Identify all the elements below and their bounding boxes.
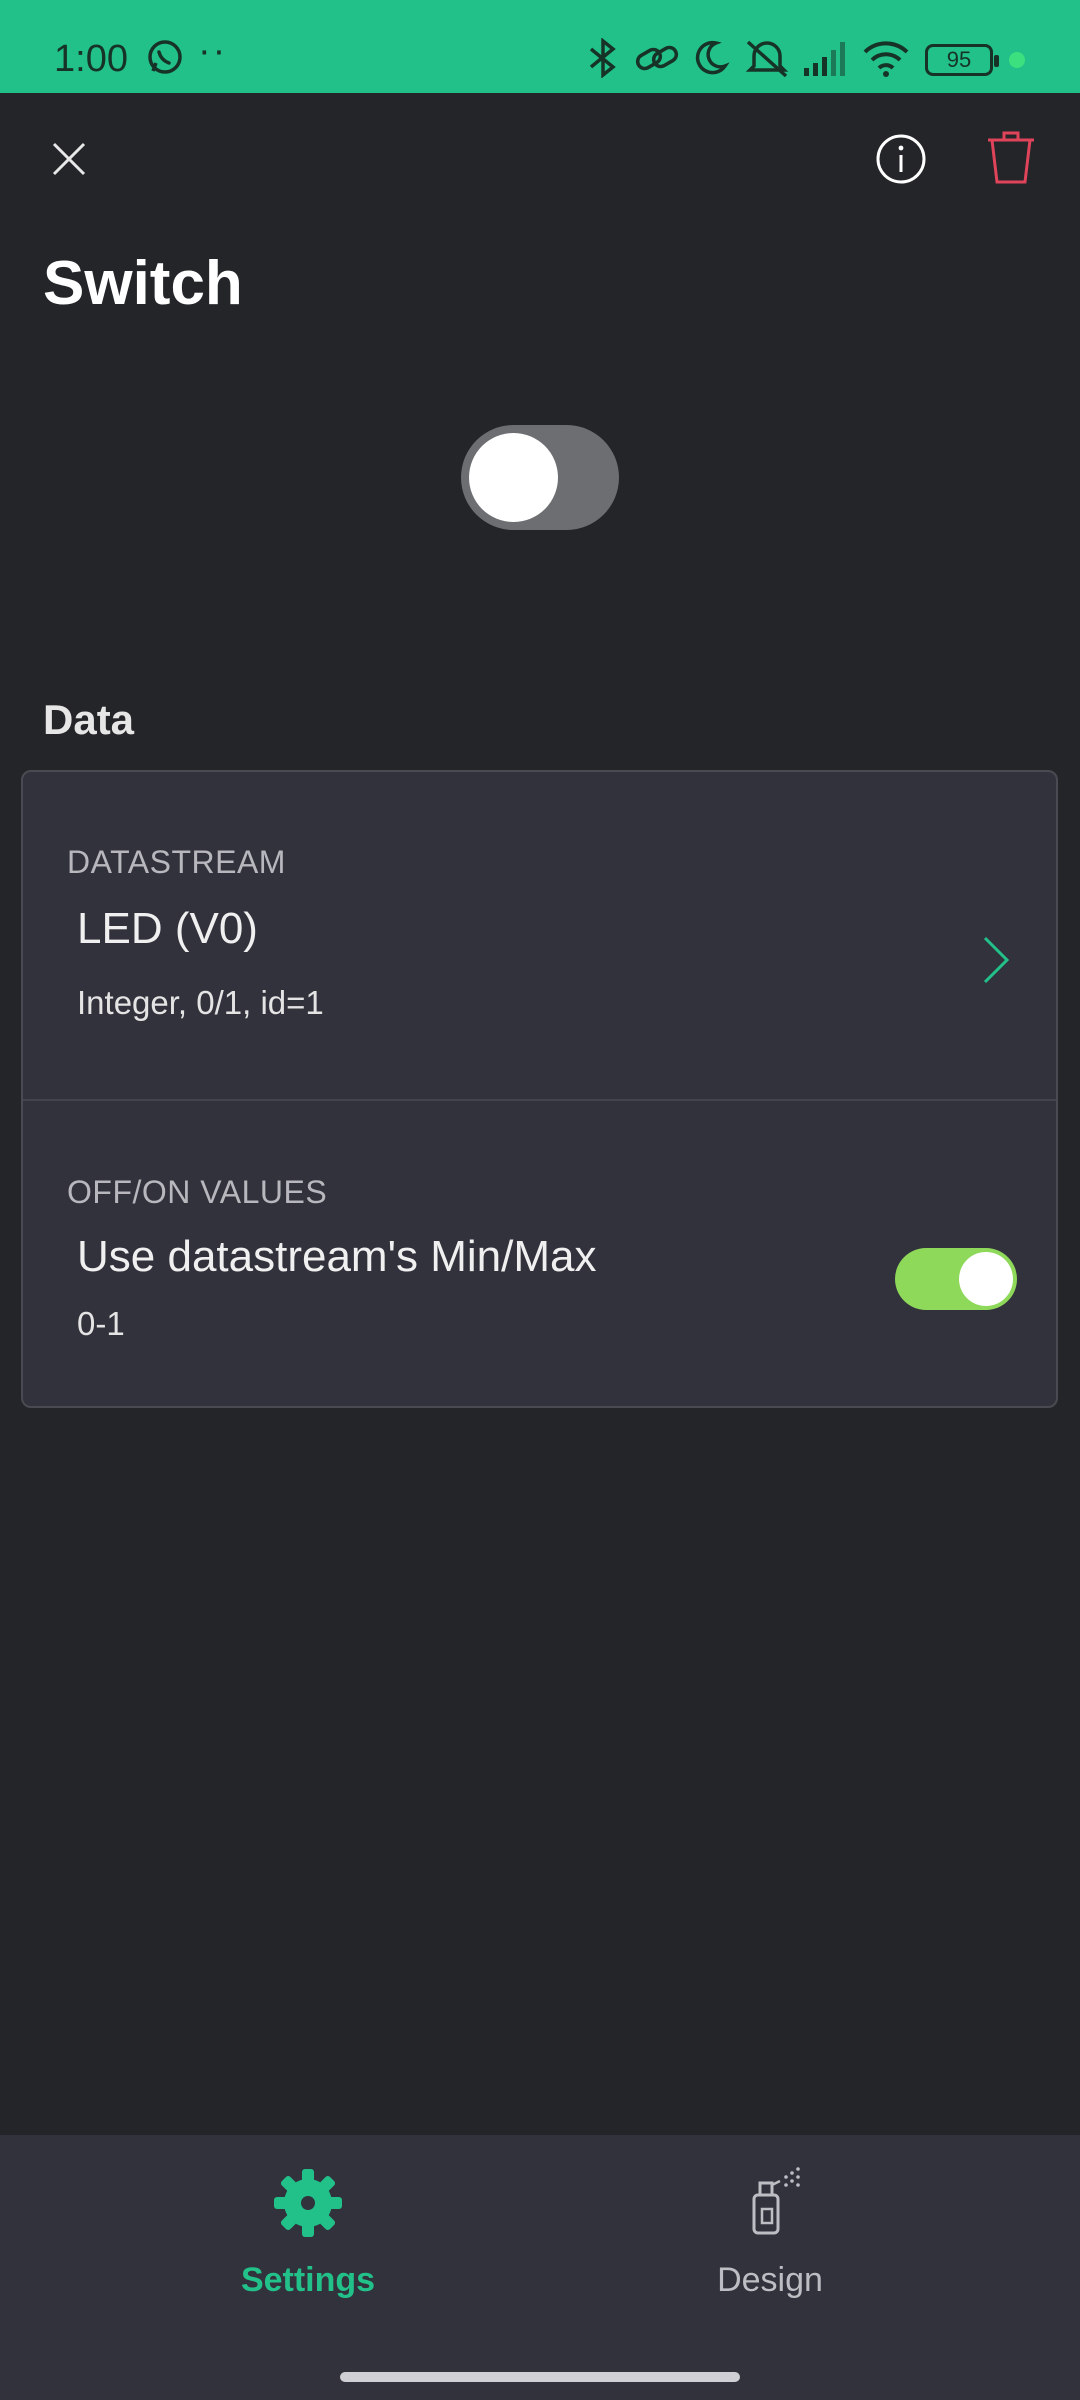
values-title: Use datastream's Min/Max — [77, 1232, 597, 1281]
home-indicator[interactable] — [340, 2372, 740, 2382]
values-subtitle: 0-1 — [77, 1305, 125, 1342]
info-icon[interactable] — [874, 132, 928, 186]
tab-design-label: Design — [717, 2261, 823, 2299]
privacy-dot — [1009, 52, 1025, 68]
datastream-row[interactable]: DATASTREAM LED (V0) Integer, 0/1, id=1 — [23, 772, 1056, 1099]
trash-icon[interactable] — [984, 128, 1038, 188]
bottom-nav: Settings Design — [0, 2135, 1080, 2400]
preview-switch-widget[interactable] — [461, 425, 619, 530]
signal-icon — [804, 42, 845, 76]
toggle-knob — [959, 1252, 1013, 1306]
wifi-icon — [863, 41, 909, 77]
values-row: OFF/ON VALUES Use datastream's Min/Max 0… — [23, 1101, 1056, 1406]
close-icon[interactable] — [42, 132, 96, 186]
status-time: 1:00 — [54, 38, 128, 80]
datastream-caption: DATASTREAM — [67, 844, 286, 880]
status-bar: 1:00 ·· 95 — [0, 0, 1080, 93]
spray-can-icon — [752, 2167, 800, 2235]
status-more-dots: ·· — [198, 30, 228, 72]
whatsapp-icon — [148, 40, 182, 74]
bell-off-icon — [745, 40, 789, 78]
battery-indicator: 95 — [925, 44, 999, 76]
datastream-title: LED (V0) — [77, 904, 258, 953]
tab-settings-label: Settings — [240, 2261, 376, 2299]
bluetooth-icon — [589, 38, 616, 78]
moon-icon — [695, 40, 730, 75]
switch-knob — [469, 433, 558, 522]
tab-design[interactable]: Design — [620, 2165, 920, 2325]
gear-icon — [274, 2169, 342, 2237]
datastream-subtitle: Integer, 0/1, id=1 — [77, 984, 324, 1021]
tab-settings[interactable]: Settings — [158, 2165, 458, 2325]
data-settings-card: DATASTREAM LED (V0) Integer, 0/1, id=1 O… — [21, 770, 1058, 1408]
section-label-data: Data — [43, 696, 135, 743]
chevron-right-icon — [983, 936, 1010, 984]
link-icon — [635, 45, 679, 71]
values-caption: OFF/ON VALUES — [67, 1174, 328, 1210]
page-title: Switch — [43, 249, 243, 318]
minmax-toggle[interactable] — [895, 1248, 1017, 1310]
